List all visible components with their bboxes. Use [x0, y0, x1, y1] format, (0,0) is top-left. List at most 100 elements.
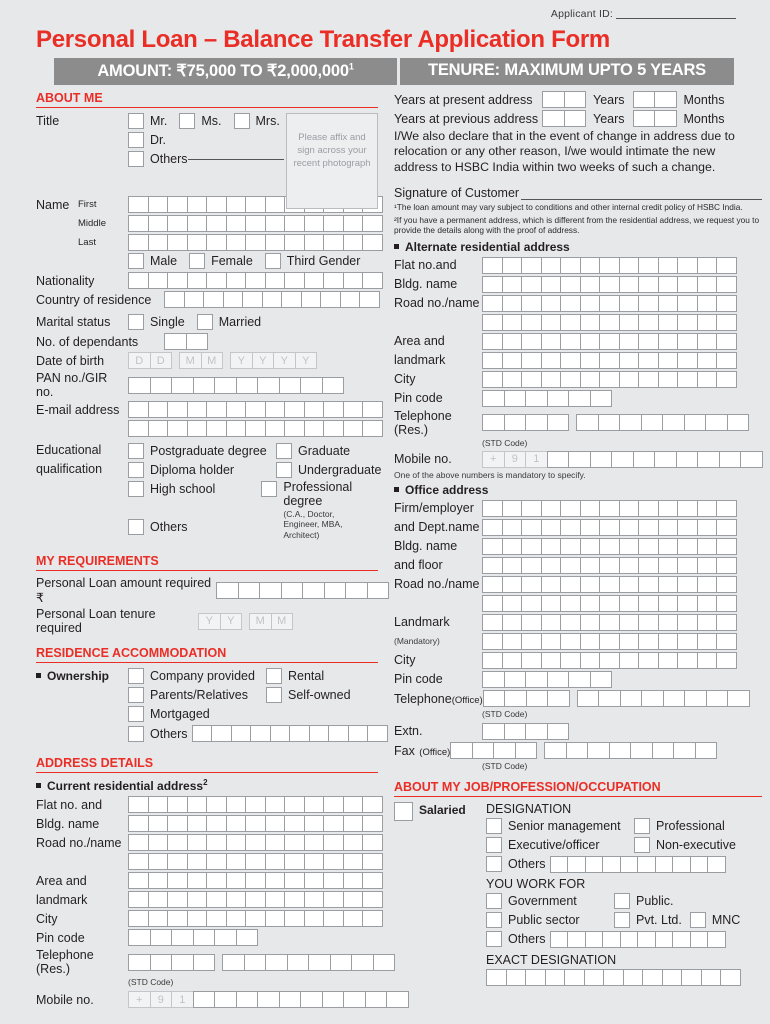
education-option-undergraduate[interactable]: Undergraduate [276, 462, 381, 478]
input-cell[interactable] [599, 651, 620, 669]
input-cell[interactable] [716, 332, 737, 350]
input-cell[interactable] [362, 215, 383, 232]
input-cell[interactable] [540, 275, 561, 293]
input-cell[interactable] [599, 256, 620, 274]
input-cell[interactable] [303, 872, 324, 890]
input-cell[interactable] [521, 499, 542, 517]
checkbox-government[interactable] [486, 892, 502, 909]
input-cell[interactable] [482, 651, 503, 669]
input-cell[interactable] [599, 575, 620, 593]
input-cell[interactable] [284, 872, 305, 890]
input-cell[interactable] [203, 291, 224, 308]
checkbox-postgraduate[interactable] [128, 443, 144, 459]
checkbox-single[interactable] [128, 314, 144, 330]
input-cell[interactable] [245, 401, 266, 418]
input-cell[interactable] [128, 215, 149, 232]
office-city-input[interactable] [482, 651, 737, 669]
input-cell[interactable] [482, 313, 503, 331]
input-cell[interactable] [638, 632, 659, 650]
input-cell[interactable] [261, 291, 282, 308]
input-cell[interactable]: Y [294, 352, 317, 369]
education-option-postgraduate[interactable]: Postgraduate degree [128, 443, 276, 459]
input-cell[interactable] [640, 414, 663, 432]
input-cell[interactable] [284, 891, 305, 909]
input-cell[interactable] [167, 196, 188, 213]
input-cell[interactable]: Y [273, 352, 296, 369]
input-cell[interactable] [359, 291, 380, 308]
input-cell[interactable] [225, 401, 246, 418]
input-cell[interactable] [147, 420, 168, 437]
input-cell[interactable] [567, 855, 586, 873]
input-cell[interactable] [716, 632, 737, 650]
input-cell[interactable] [265, 953, 288, 971]
input-cell[interactable] [599, 332, 620, 350]
work-option-mnc[interactable]: MNC [689, 911, 740, 928]
checkbox-designation-professional[interactable] [634, 817, 650, 834]
input-cell[interactable] [284, 815, 305, 833]
input-cell[interactable] [677, 556, 698, 574]
current-address-input[interactable] [128, 815, 383, 833]
input-cell[interactable] [599, 537, 620, 555]
input-cell[interactable] [482, 294, 503, 312]
input-cell[interactable] [149, 376, 172, 394]
fax-input[interactable] [450, 742, 718, 760]
input-cell[interactable] [245, 910, 266, 928]
input-cell[interactable] [501, 651, 522, 669]
years-present-months-input[interactable] [632, 91, 677, 108]
input-cell[interactable] [618, 294, 639, 312]
input-cell[interactable] [167, 401, 188, 418]
input-cell[interactable] [245, 420, 266, 437]
checkbox-education-others[interactable] [128, 519, 144, 536]
input-cell[interactable] [225, 420, 246, 437]
input-cell[interactable] [618, 537, 639, 555]
input-cell[interactable] [284, 834, 305, 852]
input-cell[interactable] [128, 853, 149, 871]
input-cell[interactable] [167, 872, 188, 890]
input-cell[interactable] [206, 796, 227, 814]
input-cell[interactable] [599, 594, 620, 612]
input-cell[interactable] [216, 582, 239, 600]
exact-designation-input[interactable] [486, 968, 762, 986]
input-cell[interactable] [672, 930, 691, 948]
office-address-input[interactable] [482, 499, 737, 517]
input-cell[interactable] [300, 991, 323, 1009]
input-cell[interactable] [597, 414, 620, 432]
input-cell[interactable] [720, 968, 741, 986]
input-cell[interactable] [128, 953, 151, 971]
input-cell[interactable] [540, 294, 561, 312]
input-cell[interactable] [718, 450, 741, 468]
input-cell[interactable] [568, 670, 591, 688]
input-cell[interactable] [230, 725, 252, 743]
input-cell[interactable] [677, 275, 698, 293]
input-cell[interactable] [482, 518, 503, 536]
input-cell[interactable] [147, 815, 168, 833]
input-cell[interactable] [303, 796, 324, 814]
input-cell[interactable] [206, 420, 227, 437]
input-cell[interactable] [264, 196, 285, 213]
input-cell[interactable] [560, 294, 581, 312]
input-cell[interactable] [342, 815, 363, 833]
input-cell[interactable] [696, 575, 717, 593]
input-cell[interactable] [501, 370, 522, 388]
input-cell[interactable] [167, 910, 188, 928]
input-cell[interactable] [716, 518, 737, 536]
input-cell[interactable]: Y [198, 612, 221, 630]
title-option-others[interactable]: Others [128, 151, 284, 167]
input-cell[interactable] [560, 499, 581, 517]
input-cell[interactable] [192, 991, 215, 1009]
work-option-pvt-ltd[interactable]: Pvt. Ltd. [614, 911, 682, 928]
input-cell[interactable] [206, 401, 227, 418]
input-cell[interactable] [186, 796, 207, 814]
input-cell[interactable] [560, 556, 581, 574]
input-cell[interactable] [618, 256, 639, 274]
input-cell[interactable] [186, 272, 207, 289]
input-cell[interactable] [599, 632, 620, 650]
input-cell[interactable] [608, 742, 632, 760]
input-cell[interactable] [342, 234, 363, 251]
input-cell[interactable] [638, 594, 659, 612]
input-cell[interactable] [237, 582, 260, 600]
input-cell[interactable] [584, 930, 604, 948]
input-cell[interactable] [323, 420, 344, 437]
checkbox-designation-others[interactable] [486, 856, 502, 873]
input-cell[interactable] [323, 891, 344, 909]
